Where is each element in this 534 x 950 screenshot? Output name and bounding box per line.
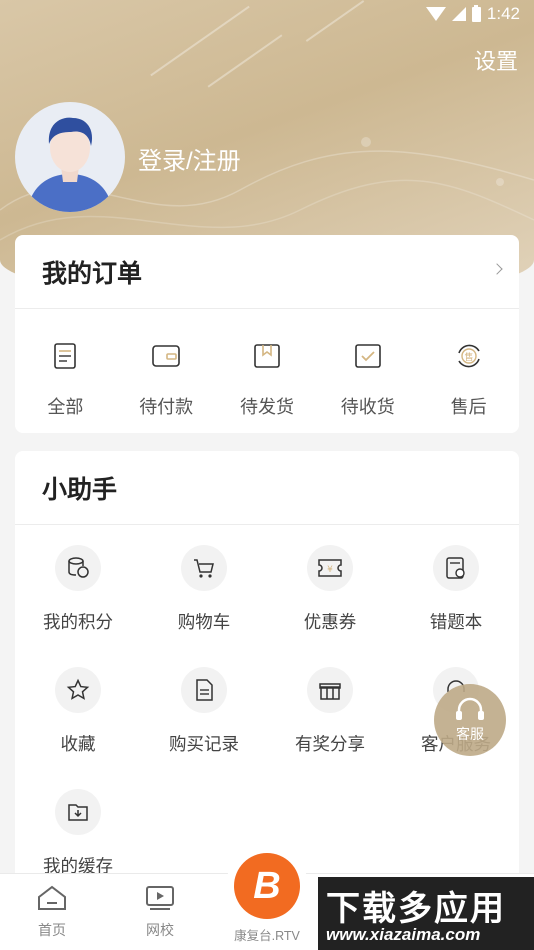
tool-favorites-label: 收藏: [60, 734, 96, 754]
login-register-link[interactable]: 登录/注册: [138, 141, 241, 176]
battery-icon: [471, 4, 481, 22]
order-pending-receipt-label: 待收货: [340, 397, 395, 417]
order-all-label: 全部: [47, 397, 84, 417]
watermark-title: 下载多应用: [326, 890, 506, 928]
star-icon: [55, 667, 101, 713]
after-sales-icon: 售: [454, 341, 484, 371]
tab-home-label: 首页: [38, 922, 66, 938]
status-bar: 1:42: [0, 0, 534, 28]
order-pending-payment[interactable]: 待付款: [116, 341, 216, 419]
tab-center-rtv-label: 康复台.RTV: [234, 929, 300, 943]
order-all[interactable]: 全部: [15, 341, 115, 419]
order-pending-shipment-label: 待发货: [239, 397, 294, 417]
assistant-title: 小助手: [42, 475, 118, 504]
signal-icon: [451, 7, 466, 21]
assistant-header: 小助手: [15, 451, 519, 525]
checkbox-icon: [353, 341, 383, 371]
assistant-card: 小助手 我的积分 购物车 ¥ 优惠券 错题本 收藏 购买记录 有奖分享 我的缓存: [15, 451, 519, 891]
order-pending-shipment[interactable]: 待发货: [217, 341, 317, 419]
tool-cart-label: 购物车: [177, 612, 231, 632]
download-folder-icon: [55, 789, 101, 835]
notebook-icon: [433, 545, 479, 591]
floating-customer-service-label: 客服: [456, 726, 484, 742]
receipt-icon: [181, 667, 227, 713]
tool-coupons[interactable]: ¥ 优惠券: [267, 545, 393, 667]
my-orders-header[interactable]: 我的订单: [15, 235, 519, 309]
floating-customer-service-button[interactable]: 客服: [434, 684, 506, 756]
svg-text:售: 售: [464, 351, 473, 363]
tool-my-points[interactable]: 我的积分: [15, 545, 141, 667]
site-watermark: 下载多应用 www.xiazaima.com: [318, 877, 534, 950]
wallet-icon: [151, 341, 181, 371]
tool-purchase-history-label: 购买记录: [169, 734, 239, 754]
gift-icon: [307, 667, 353, 713]
package-icon: [252, 341, 282, 371]
tab-center-rtv[interactable]: B: [226, 845, 308, 927]
order-pending-receipt[interactable]: 待收货: [318, 341, 418, 419]
svg-text:¥: ¥: [327, 565, 333, 575]
order-after-sales-label: 售后: [450, 397, 487, 417]
tool-reward-share-label: 有奖分享: [295, 734, 365, 754]
tool-mistake-book-label: 错题本: [429, 612, 483, 632]
user-avatar-icon: [27, 117, 113, 212]
order-after-sales[interactable]: 售 售后: [419, 341, 519, 419]
home-icon: [38, 885, 66, 910]
order-pending-payment-label: 待付款: [139, 397, 194, 417]
tab-online-school-label: 网校: [146, 922, 174, 938]
rtv-logo-icon: B: [234, 853, 300, 919]
tool-reward-share[interactable]: 有奖分享: [267, 667, 393, 789]
cart-icon: [181, 545, 227, 591]
tool-mistake-book[interactable]: 错题本: [393, 545, 519, 667]
settings-button[interactable]: 设置: [474, 44, 518, 76]
tab-home[interactable]: 首页: [36, 884, 68, 940]
avatar[interactable]: [15, 102, 125, 212]
tab-online-school[interactable]: 网校: [144, 884, 176, 940]
my-orders-card: 我的订单 全部 待付款 待发货 待收货 售 售后: [15, 235, 519, 433]
coupon-icon: ¥: [307, 545, 353, 591]
tool-coupons-label: 优惠券: [303, 612, 357, 632]
tool-favorites[interactable]: 收藏: [15, 667, 141, 789]
tool-cart[interactable]: 购物车: [141, 545, 267, 667]
points-icon: [55, 545, 101, 591]
headset-icon: [456, 697, 484, 720]
watermark-url: www.xiazaima.com: [326, 925, 481, 944]
status-time: 1:42: [486, 4, 520, 23]
chevron-right-icon: [491, 263, 503, 275]
tool-purchase-history[interactable]: 购买记录: [141, 667, 267, 789]
tool-my-points-label: 我的积分: [43, 612, 113, 632]
video-play-icon: [146, 886, 174, 910]
my-orders-title: 我的订单: [42, 259, 143, 288]
wifi-icon: [425, 7, 446, 21]
document-icon: [50, 341, 80, 371]
